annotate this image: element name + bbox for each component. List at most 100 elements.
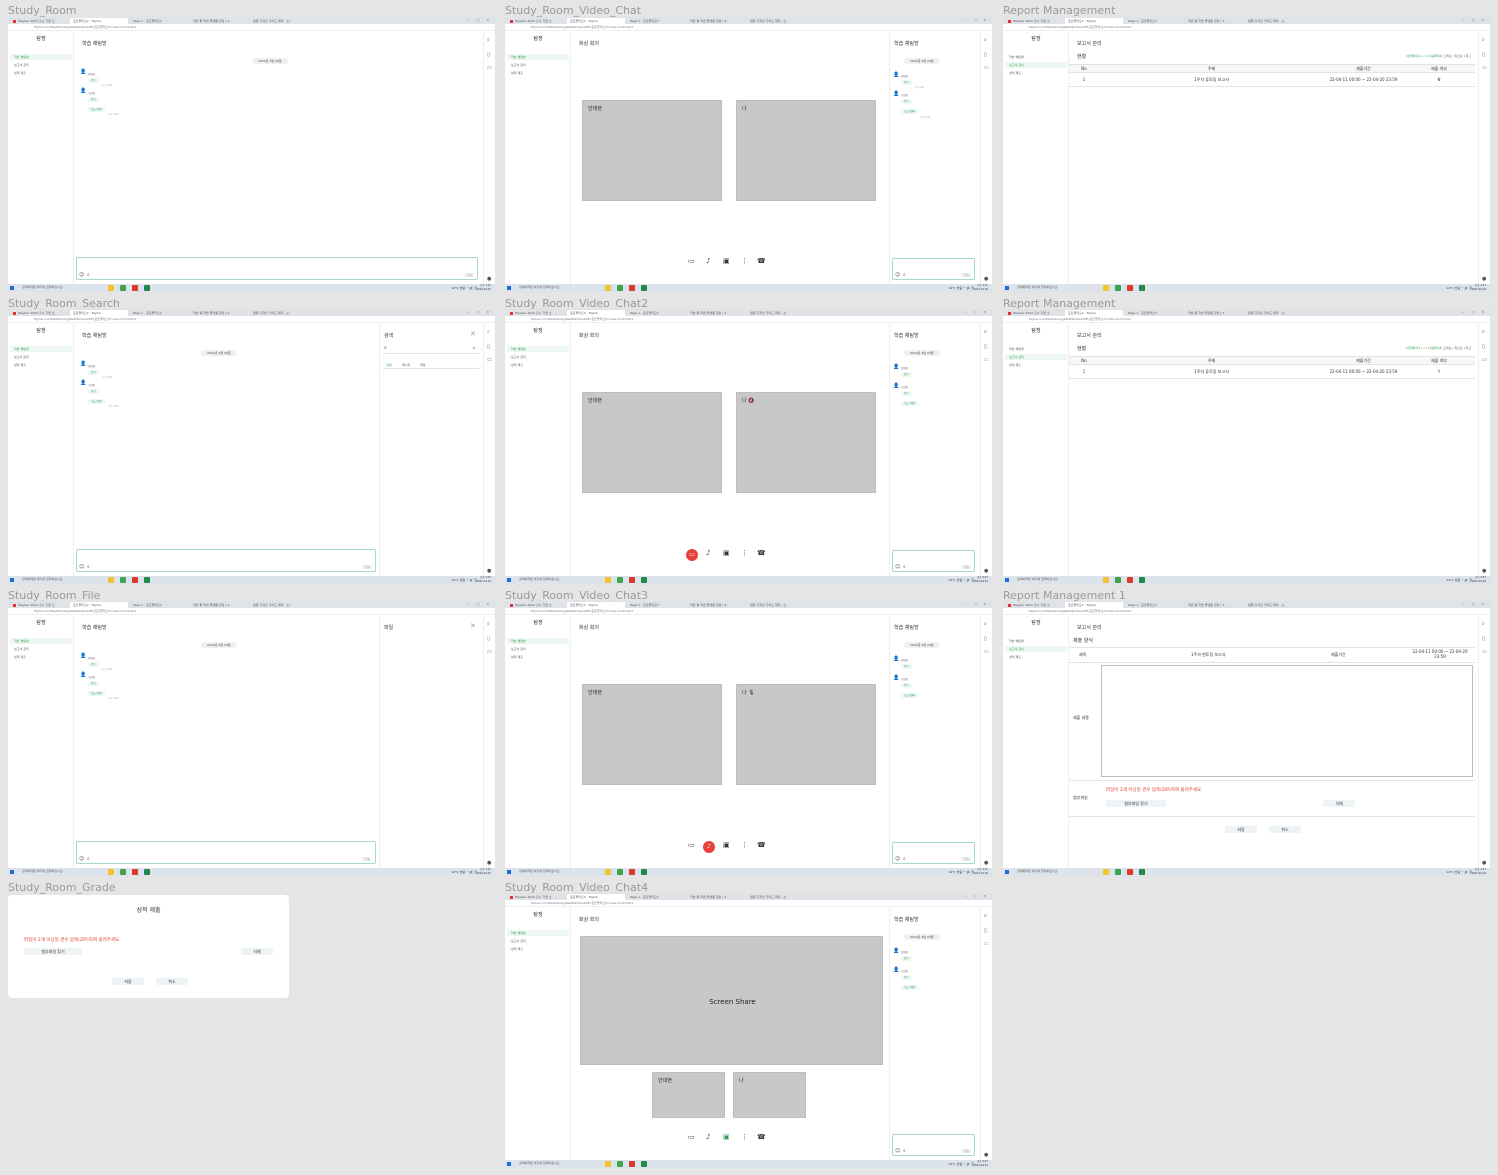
chrome-icon[interactable] [1115, 869, 1121, 875]
hangup-icon[interactable]: ☎ [757, 549, 766, 557]
taskbar-search[interactable]: 검색하려면 여기에 입력하십시오. [22, 869, 64, 873]
app-icon[interactable] [629, 577, 635, 583]
profile-icon[interactable]: ● [1482, 568, 1486, 574]
chrome-icon[interactable] [1115, 577, 1121, 583]
sidebar-item-study-chat[interactable]: 학습 채팅방 [507, 930, 569, 936]
chrome-icon[interactable] [617, 285, 623, 291]
sidebar-item-report[interactable]: 보고서 관리 [1005, 62, 1067, 68]
sidebar-item-study-chat[interactable]: 학습 채팅방 [1005, 54, 1067, 60]
video-icon[interactable]: ▭ [984, 649, 989, 655]
camera-off-icon[interactable]: ▭ [686, 549, 698, 561]
message-input[interactable]: ☺ ⌕ 전송 [76, 549, 376, 572]
sidebar-item-grade[interactable]: 성적 제출 [507, 654, 569, 660]
emoji-icon[interactable]: ☺ [895, 856, 900, 862]
sidebar-item-report[interactable]: 보고서 관리 [1005, 646, 1067, 652]
file-icon[interactable]: ▯ [1482, 636, 1485, 642]
window-controls[interactable]: — ▢ ✕ [467, 602, 492, 606]
hangup-icon[interactable]: ☎ [757, 257, 766, 265]
screen-share-icon[interactable]: ▣ [723, 549, 730, 557]
search-icon[interactable]: ⌕ [487, 621, 490, 627]
search-icon[interactable]: ⌕ [984, 37, 987, 43]
app-icon[interactable] [132, 285, 138, 291]
system-tray[interactable]: 14°C 흐림 ^ 🔊 한 [451, 870, 477, 874]
video-icon[interactable]: ▭ [487, 65, 492, 71]
taskbar-search[interactable]: 검색하려면 여기에 입력하십시오. [519, 1161, 561, 1165]
chrome-icon[interactable] [120, 577, 126, 583]
start-button[interactable] [10, 870, 14, 874]
start-button[interactable] [10, 578, 14, 582]
sidebar-item-report[interactable]: 보고서 관리 [507, 646, 569, 652]
attach-icon[interactable]: ⌕ [903, 564, 906, 570]
window-controls[interactable]: — ▢ ✕ [467, 18, 492, 22]
search-icon[interactable]: ⌕ [487, 37, 490, 43]
window-controls[interactable]: — ▢ ✕ [1462, 310, 1487, 314]
video-icon[interactable]: ▭ [984, 941, 989, 947]
window-controls[interactable]: — ▢ ✕ [1462, 18, 1487, 22]
send-button[interactable]: 전송 [362, 565, 372, 569]
address-bar[interactable]: figma.com/file/kVbxSygNeWWmlsvXZFl/포트폴리오… [1003, 608, 1490, 615]
sidebar-item-study-chat[interactable]: 학습 채팅방 [10, 346, 72, 352]
video-icon[interactable]: ▭ [487, 357, 492, 363]
start-button[interactable] [10, 286, 14, 290]
screen-share-icon[interactable]: ▣ [723, 841, 730, 849]
search-icon[interactable]: ⌕ [1482, 621, 1485, 627]
sidebar-item-report[interactable]: 보고서 관리 [1005, 354, 1067, 360]
pagination[interactable]: 이전페이지 1 / 1 다음페이지 오래순 | 최신순 | 최고 [1406, 54, 1471, 58]
profile-icon[interactable]: ● [1482, 276, 1486, 282]
sort-options[interactable]: 오래순 | 최신순 | 최고 [1443, 346, 1471, 350]
attach-icon[interactable]: ⌕ [87, 272, 90, 278]
profile-icon[interactable]: ● [487, 568, 491, 574]
app-icon[interactable] [132, 869, 138, 875]
taskbar-search[interactable]: 검색하려면 여기에 입력하십시오. [1017, 869, 1059, 873]
attach-icon[interactable]: ⌕ [87, 564, 90, 570]
video-icon[interactable]: ▭ [1482, 649, 1487, 655]
send-button[interactable]: 전송 [961, 857, 971, 861]
find-file-button[interactable]: 첨부파일 찾기 [24, 948, 82, 955]
mic-off-icon[interactable]: ♪ [703, 841, 715, 853]
search-icon[interactable]: ⌕ [487, 329, 490, 335]
cancel-button[interactable]: 취소 [156, 978, 188, 985]
sidebar-item-grade[interactable]: 성적 제출 [1005, 654, 1067, 660]
emoji-icon[interactable]: ☺ [79, 272, 84, 278]
emoji-icon[interactable]: ☺ [895, 564, 900, 570]
sidebar-item-study-chat[interactable]: 학습 채팅방 [1005, 346, 1067, 352]
system-tray[interactable]: 14°C 흐림 ^ 🔊 한 [948, 578, 974, 582]
taskbar-search[interactable]: 검색하려면 여기에 입력하십시오. [519, 869, 561, 873]
sidebar-item-report[interactable]: 보고서 관리 [507, 354, 569, 360]
sidebar-item-grade[interactable]: 성적 제출 [507, 362, 569, 368]
folder-icon[interactable] [108, 285, 114, 291]
search-icon[interactable]: ⌕ [1482, 37, 1485, 43]
sidebar-item-study-chat[interactable]: 학습 채팅방 [1005, 638, 1067, 644]
app-icon[interactable] [1127, 285, 1133, 291]
pagination[interactable]: 이전페이지 1 / 1 다음페이지 오래순 | 최신순 | 최고 [1406, 346, 1471, 350]
prev-page[interactable]: 이전페이지 [1406, 346, 1420, 350]
mic-icon[interactable]: ♪ [706, 1133, 710, 1141]
search-tab-messages[interactable]: 메시지 [402, 363, 410, 367]
excel-icon[interactable] [144, 577, 150, 583]
profile-icon[interactable]: ● [1482, 860, 1486, 866]
cell-topic[interactable]: 1주차 튜토링 보고서 [1099, 72, 1324, 87]
message-input[interactable]: ☺ ⌕ 전송 [892, 550, 975, 572]
search-input-underline[interactable] [383, 353, 479, 354]
sidebar-item-report[interactable]: 보고서 관리 [10, 62, 72, 68]
chrome-icon[interactable] [617, 577, 623, 583]
content-textarea[interactable] [1101, 665, 1473, 777]
mic-icon[interactable]: ♪ [706, 257, 710, 265]
start-button[interactable] [507, 286, 511, 290]
next-page[interactable]: 다음페이지 [1429, 346, 1443, 350]
chrome-icon[interactable] [120, 869, 126, 875]
find-file-button[interactable]: 첨부파일 찾기 [1106, 800, 1166, 807]
folder-icon[interactable] [1103, 577, 1109, 583]
sidebar-item-study-chat[interactable]: 학습 채팅방 [10, 638, 72, 644]
profile-icon[interactable]: ● [984, 568, 988, 574]
screen-share-icon[interactable]: ▣ [723, 1133, 730, 1141]
send-button[interactable]: 전송 [362, 857, 372, 861]
message-input[interactable]: ☺ ⌕ 전송 [76, 257, 478, 280]
window-controls[interactable]: — ▢ ✕ [467, 310, 492, 314]
hangup-icon[interactable]: ☎ [757, 1133, 766, 1141]
more-icon[interactable]: ⋮ [741, 257, 748, 265]
address-bar[interactable]: figma.com/file/kVbxSygNeWWmlsvXZFl/포트폴리오… [1003, 24, 1490, 31]
taskbar-search[interactable]: 검색하려면 여기에 입력하십시오. [1017, 285, 1059, 289]
table-row[interactable]: 1 1주차 튜토링 보고서 22-04-11 00:00 ~ 22-04-20 … [1069, 72, 1475, 87]
sidebar-item-study-chat[interactable]: 학습 채팅방 [507, 638, 569, 644]
